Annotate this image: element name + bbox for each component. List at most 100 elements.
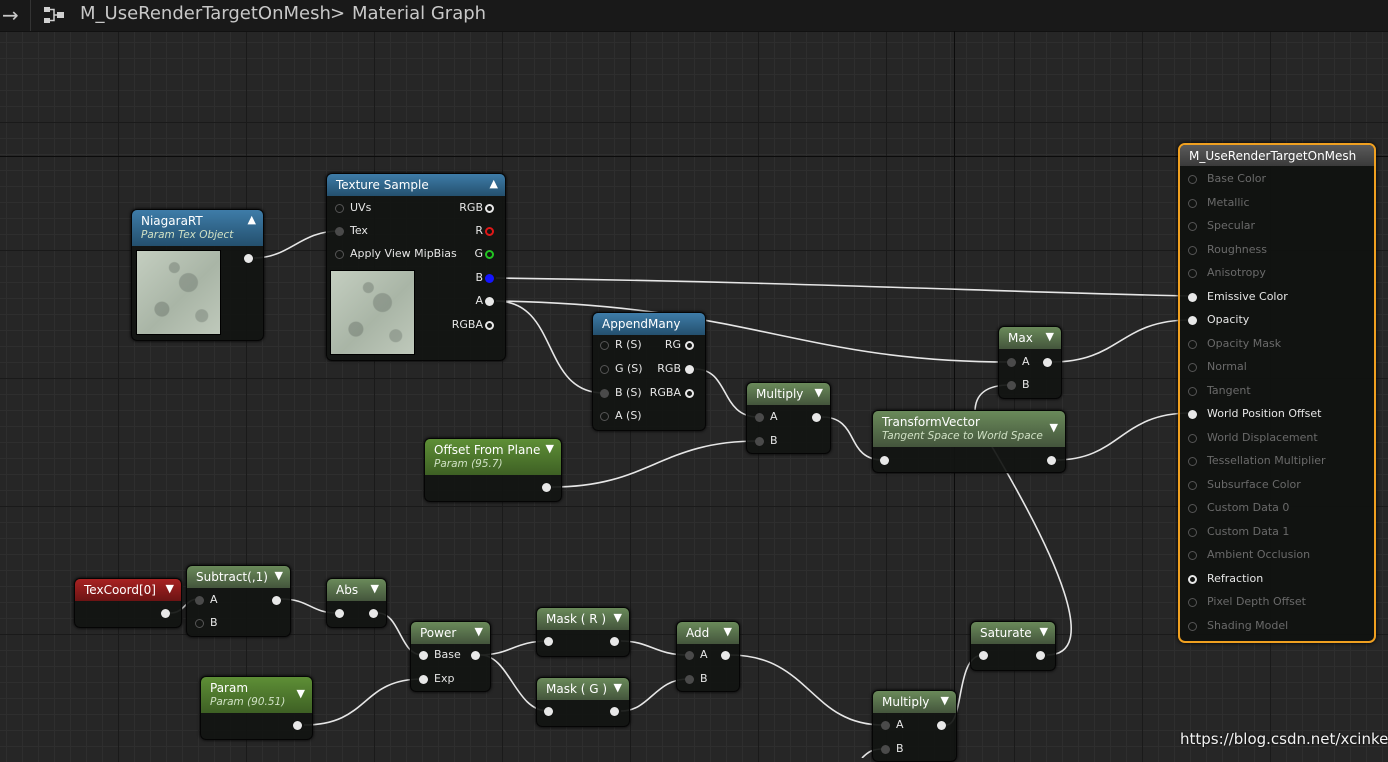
output-pin-g[interactable] — [485, 250, 494, 259]
result-input-pin[interactable] — [1188, 363, 1197, 372]
collapse-icon[interactable]: ▲ — [490, 177, 498, 190]
output-pin[interactable] — [542, 483, 551, 492]
result-input-pin[interactable] — [1188, 574, 1197, 584]
output-pin-rgba[interactable] — [685, 389, 694, 398]
transform-vector-node[interactable]: TransformVector Tangent Space to World S… — [872, 410, 1066, 473]
result-input-pin[interactable] — [1188, 504, 1197, 513]
input-pin-a[interactable] — [881, 721, 890, 730]
output-pin-r[interactable] — [485, 227, 494, 236]
output-pin-rgba[interactable] — [485, 321, 494, 330]
result-input-pin[interactable] — [1188, 175, 1197, 184]
texture-sample-node[interactable]: Texture Sample ▲ UVs Tex Apply View MipB… — [326, 173, 506, 361]
param-node[interactable]: Param Param (90.51) ▼ — [200, 676, 313, 740]
result-input-pin[interactable] — [1188, 386, 1197, 396]
mask-g-node[interactable]: Mask ( G ) ▼ — [536, 677, 630, 727]
input-pin[interactable] — [544, 637, 553, 646]
chevron-down-icon[interactable]: ▼ — [941, 694, 949, 707]
chevron-down-icon[interactable]: ▼ — [546, 442, 554, 455]
result-input-pin[interactable] — [1188, 269, 1197, 278]
subtract-node[interactable]: Subtract(,1) ▼ A B — [186, 565, 291, 637]
output-pin[interactable] — [610, 637, 619, 646]
chevron-down-icon[interactable]: ▼ — [297, 687, 305, 700]
result-input-pin[interactable] — [1188, 410, 1197, 419]
output-pin-a[interactable] — [485, 297, 494, 306]
result-input-pin[interactable] — [1188, 339, 1197, 349]
collapse-icon[interactable]: ▲ — [248, 213, 256, 226]
input-pin-a[interactable] — [600, 412, 609, 421]
input-pin-b[interactable] — [195, 619, 204, 628]
chevron-down-icon[interactable]: ▼ — [166, 582, 174, 595]
input-pin[interactable] — [880, 456, 889, 465]
multiply-node[interactable]: Multiply ▼ A B — [746, 382, 831, 454]
input-pin-a[interactable] — [195, 596, 204, 605]
chevron-down-icon[interactable]: ▼ — [1050, 421, 1058, 434]
offset-from-plane-node[interactable]: Offset From Plane Param (95.7) ▼ — [424, 438, 562, 502]
input-pin-uvs[interactable] — [335, 204, 344, 213]
chevron-down-icon[interactable]: ▼ — [614, 681, 622, 694]
multiply-node-2[interactable]: Multiply ▼ A B — [872, 690, 957, 762]
chevron-down-icon[interactable]: ▼ — [1040, 625, 1048, 638]
chevron-down-icon[interactable]: ▼ — [475, 625, 483, 638]
input-pin[interactable] — [544, 707, 553, 716]
output-pin-rgb[interactable] — [685, 365, 694, 374]
output-pin[interactable] — [610, 707, 619, 716]
output-pin[interactable] — [293, 721, 302, 730]
output-pin[interactable] — [471, 651, 480, 660]
input-pin-tex[interactable] — [335, 227, 344, 236]
niagara-rt-node[interactable]: NiagaraRT Param Tex Object ▲ — [131, 209, 264, 341]
chevron-down-icon[interactable]: ▼ — [371, 582, 379, 595]
result-input-pin[interactable] — [1188, 621, 1197, 631]
output-pin[interactable] — [812, 413, 821, 422]
input-pin-b[interactable] — [1007, 381, 1016, 390]
input-pin-r[interactable] — [600, 341, 609, 350]
result-input-pin[interactable] — [1188, 316, 1197, 325]
input-pin-g[interactable] — [600, 365, 609, 374]
result-input-pin[interactable] — [1188, 457, 1197, 466]
result-input-pin[interactable] — [1188, 551, 1197, 560]
result-input-pin[interactable] — [1188, 222, 1197, 231]
input-pin-b[interactable] — [755, 437, 764, 446]
input-pin-b[interactable] — [881, 745, 890, 754]
output-pin[interactable] — [1036, 651, 1045, 660]
output-pin[interactable] — [1047, 456, 1056, 465]
result-input-pin[interactable] — [1188, 480, 1197, 490]
chevron-down-icon[interactable]: ▼ — [724, 625, 732, 638]
output-pin[interactable] — [1043, 358, 1052, 367]
saturate-node[interactable]: Saturate ▼ — [970, 621, 1056, 671]
result-input-pin[interactable] — [1188, 245, 1197, 255]
output-pin[interactable] — [244, 254, 253, 263]
input-pin-mipbias[interactable] — [335, 250, 344, 259]
output-pin-b[interactable] — [485, 274, 494, 283]
input-pin-b[interactable] — [600, 389, 609, 398]
result-input-pin[interactable] — [1188, 198, 1197, 208]
input-pin-a[interactable] — [755, 413, 764, 422]
abs-node[interactable]: Abs ▼ — [326, 578, 387, 628]
chevron-down-icon[interactable]: ▼ — [815, 386, 823, 399]
result-input-pin[interactable] — [1188, 292, 1197, 302]
power-node[interactable]: Power ▼ Base Exp — [410, 621, 491, 692]
material-result-node[interactable]: M_UseRenderTargetOnMesh Base Color Metall… — [1178, 143, 1376, 643]
chevron-down-icon[interactable]: ▼ — [1046, 330, 1054, 343]
input-pin-exp[interactable] — [419, 675, 428, 684]
input-pin[interactable] — [979, 651, 988, 660]
input-pin[interactable] — [335, 609, 344, 618]
result-input-pin[interactable] — [1188, 433, 1197, 443]
output-pin[interactable] — [721, 651, 730, 660]
output-pin-rgb[interactable] — [485, 204, 494, 213]
output-pin[interactable] — [937, 721, 946, 730]
input-pin-b[interactable] — [685, 675, 694, 684]
output-pin[interactable] — [272, 596, 281, 605]
add-node[interactable]: Add ▼ A B — [676, 621, 740, 692]
chevron-down-icon[interactable]: ▼ — [275, 569, 283, 582]
input-pin-a[interactable] — [685, 651, 694, 660]
chevron-down-icon[interactable]: ▼ — [614, 611, 622, 624]
append-many-node[interactable]: AppendMany R (S) G (S) B (S) A (S) RG RG… — [592, 312, 706, 431]
mask-r-node[interactable]: Mask ( R ) ▼ — [536, 607, 630, 657]
output-pin-rg[interactable] — [685, 341, 694, 350]
output-pin[interactable] — [369, 609, 378, 618]
max-node[interactable]: Max ▼ A B — [998, 326, 1062, 399]
texcoord-node[interactable]: TexCoord[0] ▼ — [74, 578, 182, 628]
output-pin[interactable] — [161, 609, 170, 618]
input-pin-base[interactable] — [419, 651, 428, 660]
result-input-pin[interactable] — [1188, 527, 1197, 537]
